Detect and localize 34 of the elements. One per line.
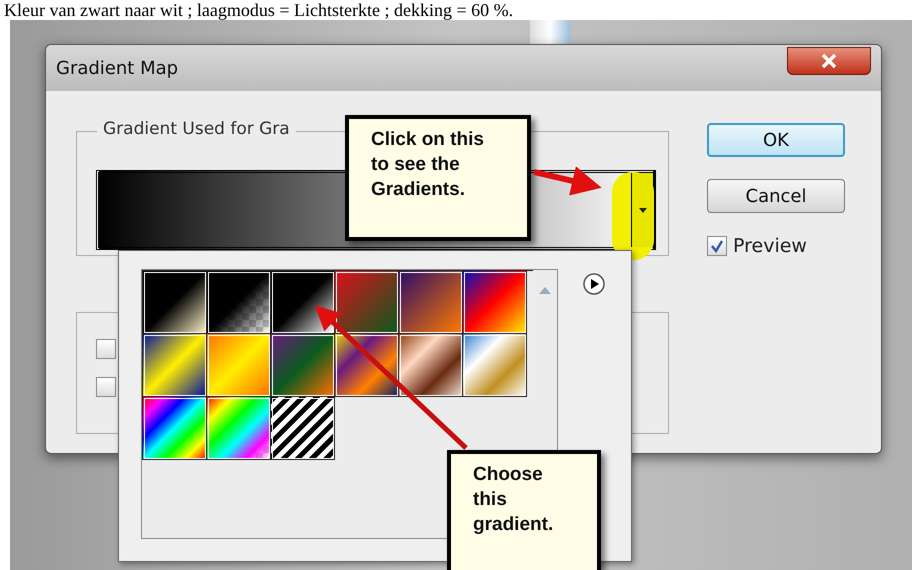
ok-button[interactable]: OK [707, 123, 845, 157]
gradient-swatch[interactable] [207, 271, 271, 334]
gradient-swatch[interactable] [143, 334, 207, 397]
gradient-swatch[interactable] [335, 271, 399, 334]
gradient-swatch[interactable] [143, 271, 207, 334]
gradient-swatch[interactable] [335, 334, 399, 397]
window-title: Gradient Map [56, 58, 178, 78]
gradient-swatch[interactable] [271, 271, 335, 334]
gradient-swatch[interactable] [271, 397, 335, 460]
preview-label: Preview [733, 235, 807, 257]
checkbox[interactable] [96, 377, 116, 397]
gradient-swatch[interactable] [207, 334, 271, 397]
caption-text: Kleur van zwart naar wit ; laagmodus = Lichtsterkte ; dekking = 60 %. [3, 0, 514, 20]
preview-checkbox[interactable] [707, 236, 727, 256]
cancel-button[interactable]: Cancel [707, 179, 845, 213]
dropdown-button[interactable] [631, 173, 653, 247]
checkbox[interactable] [96, 339, 116, 359]
gradient-swatch[interactable] [399, 271, 463, 334]
callout-text: Choose [473, 463, 544, 487]
callout-text: Gradients. [371, 178, 466, 202]
gradient-swatch[interactable] [463, 334, 527, 397]
gradient-swatch[interactable] [463, 271, 527, 334]
close-button[interactable] [787, 47, 871, 75]
callout-text: gradient. [473, 513, 554, 537]
callout-text: to see the [371, 153, 461, 177]
arrow [533, 166, 602, 196]
gradient-swatch[interactable] [207, 397, 271, 460]
gradient-swatch[interactable] [399, 334, 463, 397]
gradient-swatch[interactable] [271, 334, 335, 397]
callout-text: this [473, 488, 508, 512]
gradient-swatch[interactable] [143, 397, 207, 460]
caret-icon [638, 208, 646, 212]
callout-text: Click on this [371, 128, 485, 152]
close-icon [820, 53, 838, 69]
